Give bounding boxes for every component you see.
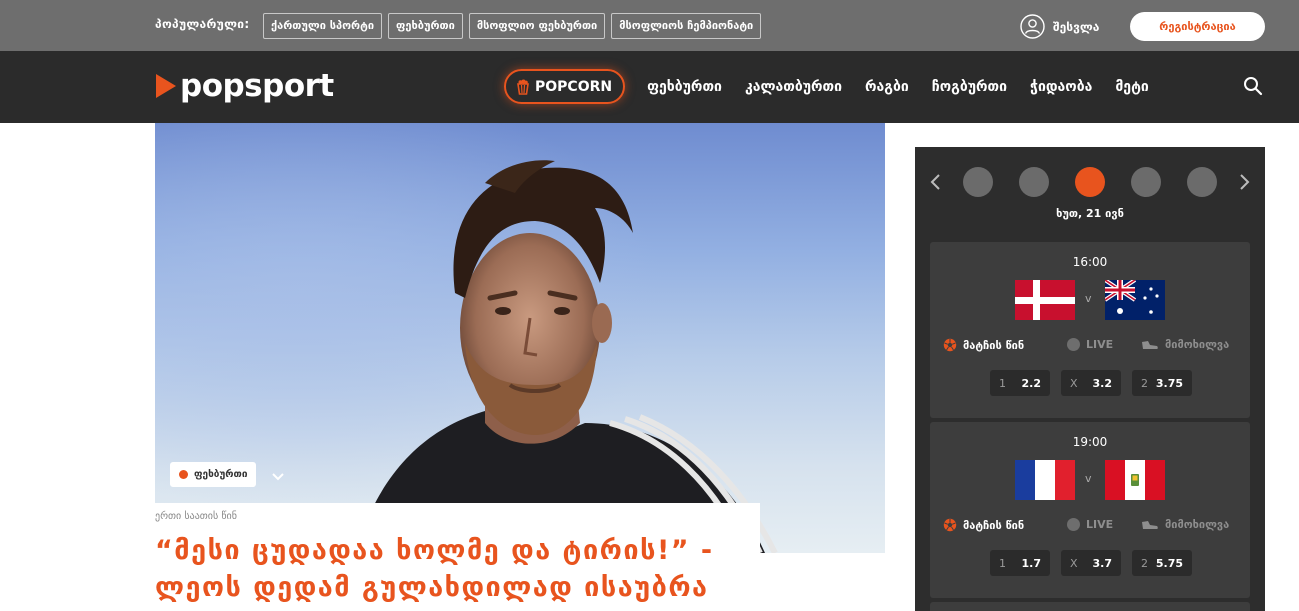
popcorn-button[interactable]: POPCORN bbox=[504, 69, 626, 104]
boot-icon bbox=[1142, 340, 1158, 349]
live-dot-icon bbox=[1067, 338, 1080, 351]
versus-label: v bbox=[1085, 292, 1092, 305]
day-dot-active[interactable] bbox=[1075, 167, 1105, 197]
odd-value: 2.2 bbox=[1021, 376, 1042, 390]
versus-label: v bbox=[1085, 472, 1092, 485]
odd-home[interactable]: 1 1.7 bbox=[990, 550, 1050, 576]
review-link[interactable]: მიმოხილვა bbox=[1141, 518, 1229, 531]
prev-day-button[interactable] bbox=[929, 173, 941, 195]
article-time: ერთი საათის წინ bbox=[155, 511, 237, 522]
australia-flag-icon bbox=[1105, 280, 1165, 320]
category-dot bbox=[179, 470, 188, 479]
play-logo-icon bbox=[156, 74, 176, 98]
france-flag-icon bbox=[1015, 460, 1075, 500]
match-time: 19:00 bbox=[1072, 435, 1108, 449]
popular-tag-football[interactable]: ფეხბურთი bbox=[388, 13, 463, 39]
odd-key: X bbox=[1070, 556, 1078, 570]
odd-value: 5.75 bbox=[1155, 556, 1183, 570]
main-navbar: popsport POPCORN ფეხბურთი კალათბურთი რაგ… bbox=[0, 51, 1299, 123]
popcorn-label: POPCORN bbox=[535, 78, 613, 95]
category-badge[interactable]: ფეხბურთი bbox=[170, 462, 257, 487]
search-button[interactable] bbox=[1243, 76, 1263, 100]
day-dot[interactable] bbox=[963, 167, 993, 197]
odd-value: 1.7 bbox=[1021, 556, 1042, 570]
nav-item-tennis[interactable]: ჩოგბურთი bbox=[932, 79, 1007, 95]
popcorn-icon bbox=[517, 79, 529, 95]
live-dot-icon bbox=[1067, 518, 1080, 531]
peru-flag-icon bbox=[1105, 460, 1165, 500]
review-label: მიმოხილვა bbox=[1165, 338, 1230, 351]
nav-menu: POPCORN ფეხბურთი კალათბურთი რაგბი ჩოგბურ… bbox=[504, 69, 1149, 104]
chevron-right-icon bbox=[1240, 174, 1250, 190]
day-dot[interactable] bbox=[1019, 167, 1049, 197]
ball-icon bbox=[943, 338, 957, 352]
odd-away[interactable]: 2 5.75 bbox=[1132, 550, 1192, 576]
odds-row: 1 1.7 X 3.7 2 5.75 bbox=[990, 550, 1192, 576]
pre-match-label: მატჩის წინ bbox=[963, 518, 1025, 532]
chevron-left-icon bbox=[930, 174, 940, 190]
live-label: LIVE bbox=[1086, 338, 1114, 351]
category-dropdown[interactable] bbox=[271, 467, 285, 486]
popular-tags: ქართული სპორტი ფეხბურთი მსოფლიო ფეხბურთი… bbox=[263, 13, 762, 39]
login-button[interactable]: შესვლა bbox=[1020, 14, 1099, 39]
nav-item-basketball[interactable]: კალათბურთი bbox=[745, 79, 842, 95]
live-status: LIVE bbox=[1067, 338, 1113, 351]
review-label: მიმოხილვა bbox=[1165, 518, 1230, 531]
nav-item-rugby[interactable]: რაგბი bbox=[865, 79, 909, 95]
nav-item-wrestling[interactable]: ჭიდაობა bbox=[1030, 79, 1092, 95]
chevron-down-icon bbox=[272, 473, 284, 481]
day-dot[interactable] bbox=[1187, 167, 1217, 197]
ball-icon bbox=[943, 518, 957, 532]
pre-match-label: მატჩის წინ bbox=[963, 338, 1025, 352]
article-title[interactable]: “მესი ცუდადაა ხოლმე და ტირის!” - ლეოს დე… bbox=[155, 532, 755, 606]
odd-key: 1 bbox=[999, 376, 1006, 390]
popular-label: პოპულარული: bbox=[155, 17, 250, 31]
odd-away[interactable]: 2 3.75 bbox=[1132, 370, 1192, 396]
user-icon bbox=[1020, 14, 1045, 39]
review-link[interactable]: მიმოხილვა bbox=[1141, 338, 1229, 351]
odd-key: 2 bbox=[1141, 556, 1148, 570]
widget-date: ხუთ, 21 ივნ bbox=[1056, 207, 1124, 220]
odd-draw[interactable]: X 3.7 bbox=[1061, 550, 1121, 576]
day-dot[interactable] bbox=[1131, 167, 1161, 197]
category-label: ფეხბურთი bbox=[194, 469, 248, 480]
matches-widget: ხუთ, 21 ივნ 16:00 v მატჩის წინ LIVE მიმო… bbox=[915, 147, 1265, 611]
live-status: LIVE bbox=[1067, 518, 1113, 531]
odd-key: 1 bbox=[999, 556, 1006, 570]
logo-text: popsport bbox=[180, 68, 334, 104]
odd-value: 3.2 bbox=[1092, 376, 1113, 390]
login-label: შესვლა bbox=[1053, 19, 1100, 34]
nav-item-football[interactable]: ფეხბურთი bbox=[647, 79, 722, 95]
popsport-logo[interactable]: popsport bbox=[155, 68, 334, 104]
odd-value: 3.7 bbox=[1092, 556, 1113, 570]
pre-match-status: მატჩის წინ bbox=[943, 338, 1024, 352]
pre-match-status: მატჩის წინ bbox=[943, 518, 1024, 532]
match-card[interactable] bbox=[930, 602, 1250, 611]
match-time: 16:00 bbox=[1072, 255, 1108, 269]
odd-value: 3.75 bbox=[1155, 376, 1183, 390]
match-card[interactable]: 16:00 v მატჩის წინ LIVE მიმოხილვა 1 2.2 … bbox=[930, 242, 1250, 418]
odd-key: X bbox=[1070, 376, 1078, 390]
popular-tag-world-cup[interactable]: მსოფლიოს ჩემპიონატი bbox=[611, 13, 762, 39]
hero-image[interactable] bbox=[155, 123, 885, 553]
player-photo bbox=[155, 123, 885, 553]
nav-item-more[interactable]: მეტი bbox=[1115, 79, 1148, 95]
odd-key: 2 bbox=[1141, 376, 1148, 390]
top-bar: პოპულარული: ქართული სპორტი ფეხბურთი მსოფ… bbox=[0, 0, 1299, 51]
next-day-button[interactable] bbox=[1239, 173, 1251, 195]
match-card[interactable]: 19:00 v მატჩის წინ LIVE მიმოხილვა 1 1.7 X… bbox=[930, 422, 1250, 598]
live-label: LIVE bbox=[1086, 518, 1114, 531]
odds-row: 1 2.2 X 3.2 2 3.75 bbox=[990, 370, 1192, 396]
search-icon bbox=[1244, 77, 1263, 96]
popular-tag-world-football[interactable]: მსოფლიო ფეხბურთი bbox=[468, 13, 606, 39]
denmark-flag-icon bbox=[1015, 280, 1075, 320]
boot-icon bbox=[1142, 520, 1158, 529]
register-button[interactable]: რეგისტრაცია bbox=[1130, 12, 1265, 41]
popular-tag-georgian-sport[interactable]: ქართული სპორტი bbox=[263, 13, 383, 39]
odd-draw[interactable]: X 3.2 bbox=[1061, 370, 1121, 396]
odd-home[interactable]: 1 2.2 bbox=[990, 370, 1050, 396]
